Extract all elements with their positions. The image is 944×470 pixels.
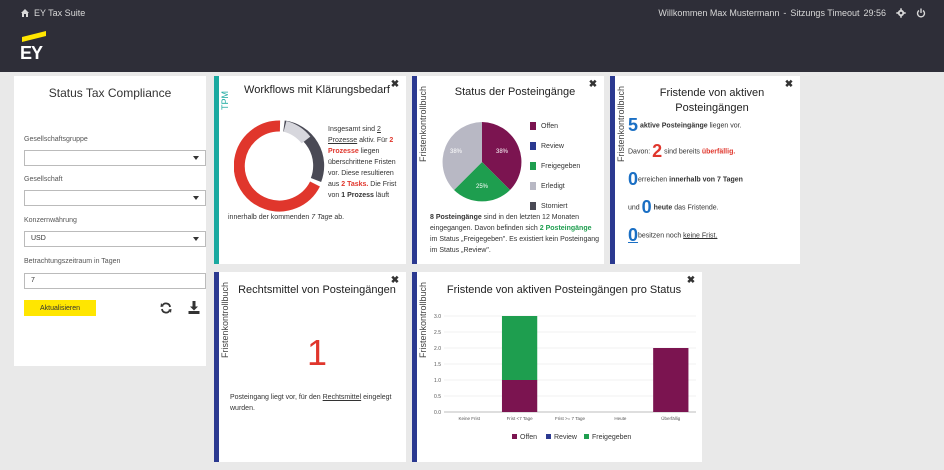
top-bar: EY Tax Suite Willkommen Max Mustermann -… [0,0,944,26]
period-label: Betrachtungszeitraum in Tagen [24,258,121,265]
legend-label: Freigegeben [592,434,631,441]
legal-remedy-title: Rechtsmittel von Posteingängen [238,284,396,296]
today-count[interactable]: 0 [642,197,652,217]
legend-swatch [584,434,589,439]
week-count[interactable]: 0 [628,169,638,189]
refresh-icon[interactable] [160,302,172,314]
deadline-overdue-line: Davon: 2 sind bereits überfällig. [628,141,736,161]
logo-bar: EY [0,26,944,72]
workflows-widget: TPM ✖ Workflows mit Klärungsbedarf Insge… [214,76,406,264]
x-tick-label: Frist <7 Tage [507,416,534,421]
settings-icon[interactable] [896,8,906,18]
pie-label-erledigt: 38% [450,149,463,155]
deadline-widget: Fristenkontrollbuch ✖ Fristende von akti… [610,76,800,264]
legend-label: Offen [520,434,537,441]
widget-strip [214,76,219,264]
x-tick-label: Überfällig [661,415,681,421]
company-label: Gesellschaft [24,176,63,183]
inbox-status-widget: Fristenkontrollbuch ✖ Status der Postein… [412,76,604,264]
chevron-down-icon [193,237,199,241]
pie-label-freigegeben: 25% [476,184,489,190]
power-icon[interactable] [916,8,926,18]
legend-storniert: Storniert [530,202,567,210]
x-tick-label: Keine Frist [458,416,480,421]
y-tick-label: 3.0 [434,314,441,320]
y-tick-label: 0.0 [434,410,441,416]
welcome-text: Willkommen Max Mustermann [658,8,780,18]
no-deadline-link[interactable]: keine Frist. [683,232,717,239]
deadline-week-line: 0erreichen innerhalb von 7 Tagen [628,169,743,189]
download-icon[interactable] [188,301,200,314]
x-tick-label: Frist >= 7 Tage [555,416,585,421]
legend-erledigt: Erledigt [530,182,565,190]
period-value: 7 [31,277,35,284]
legend-label: Review [554,434,578,441]
active-count[interactable]: 5 [628,115,638,135]
widget-strip [412,272,417,462]
inbox-status-title: Status der Posteingänge [454,86,576,98]
workflows-title: Workflows mit Klärungsbedarf [244,84,390,96]
legend-review: Review [530,142,564,150]
legal-remedy-text: Posteingang liegt vor, für den Rechtsmit… [230,394,392,412]
legend-freigegeben: Freigegeben [530,162,580,170]
legal-remedy-widget: Fristenkontrollbuch ✖ Rechtsmittel von P… [214,272,406,462]
y-tick-label: 0.5 [434,394,441,400]
bar-segment [501,316,538,380]
bar-segment [501,380,538,412]
deadline-chart-widget: Fristenkontrollbuch ✖ Fristende von akti… [412,272,702,462]
currency-label: Konzernwährung [24,217,77,224]
update-button[interactable]: Aktualisieren [24,300,96,316]
currency-select[interactable]: USD [24,231,206,247]
y-tick-label: 1.5 [434,362,441,368]
legend-swatch [512,434,517,439]
group-label: Gesellschaftsgruppe [24,136,88,143]
workflows-donut [234,120,325,212]
legal-remedy-count[interactable]: 1 [228,332,406,374]
pie-label-offen: 38% [496,149,509,155]
x-tick-label: Heute [614,416,627,421]
separator: - [783,8,787,18]
deadline-title: Fristende von aktiven Posteingängen [659,87,765,114]
legend-offen: Offen [530,122,558,130]
currency-value: USD [31,235,46,242]
inbox-status-text: 8 Posteingänge sind in den letzten 12 Mo… [430,214,600,254]
y-tick-label: 2.5 [434,330,441,336]
deadline-none-line: 0besitzen noch keine Frist. [628,225,718,245]
topbar-right: Willkommen Max Mustermann - Sitzungs Tim… [658,8,926,18]
group-select[interactable] [24,150,206,166]
period-input[interactable]: 7 [24,273,206,289]
none-count[interactable]: 0 [628,225,638,245]
company-select[interactable] [24,190,206,206]
deadline-chart-title: Fristende von aktiven Posteingängen pro … [446,284,682,296]
legal-remedy-link[interactable]: Rechtsmittel [323,394,362,401]
chevron-down-icon [193,156,199,160]
inbox-status-pie: 38% 25% 38% [442,122,522,202]
deadline-today-line: und 0 heute das Fristende. [628,197,719,217]
workflows-text: Insgesamt sind 2 Prozesse aktiv. Für 2 P… [328,126,397,199]
deadline-active-line: 5 aktive Posteingänge liegen vor. [628,115,742,135]
widget-strip [214,272,219,462]
ey-logo: EY [18,31,54,64]
widget-strip [412,76,417,264]
overdue-count[interactable]: 2 [652,141,662,161]
timeout-label: Sitzungs Timeout [790,8,860,18]
filter-panel-title: Status Tax Compliance [48,86,172,100]
legend-swatch [546,434,551,439]
workflows-text-footer: innerhalb der kommenden 7 Tage ab. [228,214,345,221]
filter-panel: Status Tax Compliance Gesellschaftsgrupp… [14,76,206,366]
widget-strip [610,76,615,264]
app-title[interactable]: EY Tax Suite [34,8,85,18]
deadline-bar-chart: 0.0 0.5 1.0 1.5 2.0 2.5 3.0 Keine Frist Frist <7… [434,314,696,441]
chevron-down-icon [193,196,199,200]
bar-segment [653,348,689,412]
home-icon[interactable] [20,8,30,18]
y-tick-label: 2.0 [434,346,441,352]
y-tick-label: 1.0 [434,378,441,384]
timeout-value: 29:56 [863,8,886,18]
